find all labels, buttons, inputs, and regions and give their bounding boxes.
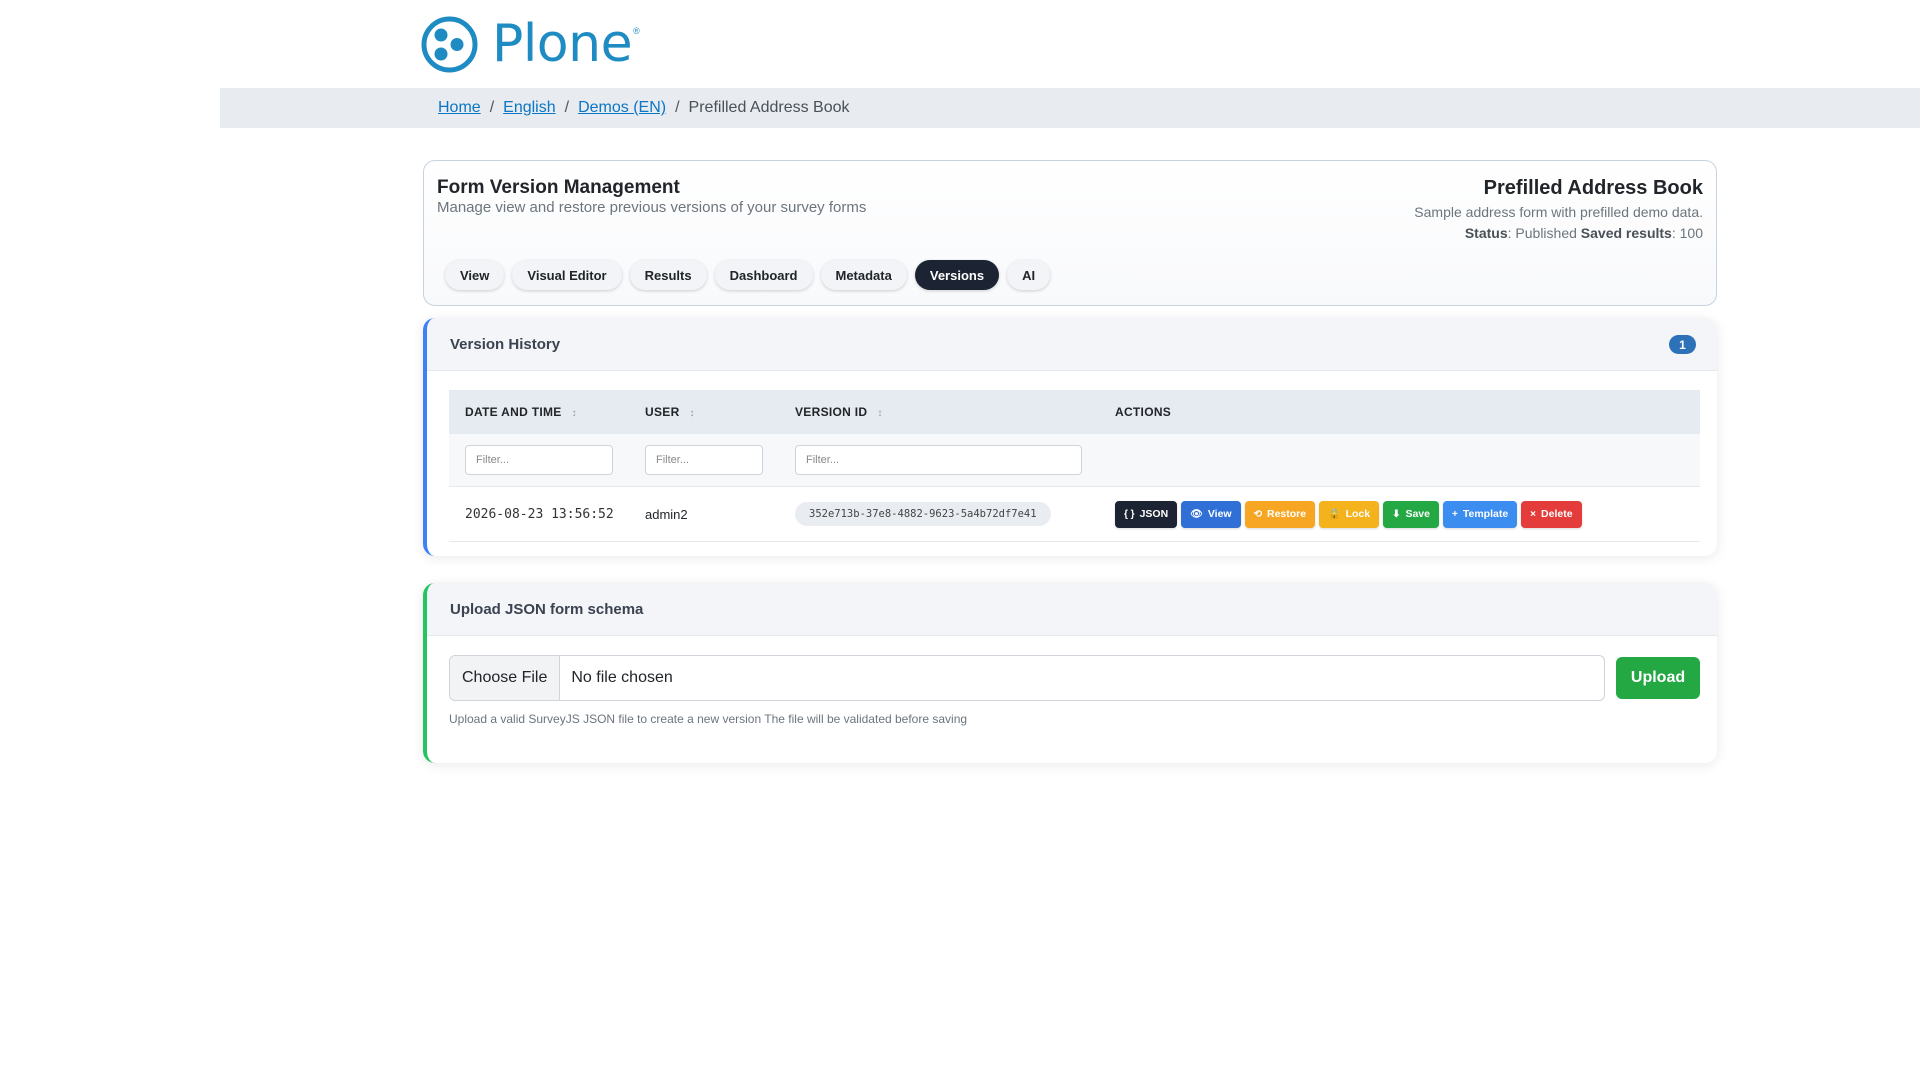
column-version-label: VERSION ID bbox=[795, 405, 868, 419]
plone-logo[interactable]: Plone ® bbox=[421, 16, 640, 73]
save-button[interactable]: ⬇ Save bbox=[1383, 500, 1439, 528]
table-header-row: DATE AND TIME ↕ USER ↕ VERSION ID ↕ ACTIONS bbox=[449, 390, 1700, 434]
json-button[interactable]: { } JSON bbox=[1115, 500, 1178, 528]
version-filter-input[interactable] bbox=[795, 445, 1082, 475]
download-icon: ⬇ bbox=[1392, 508, 1401, 520]
restore-button-label: Restore bbox=[1267, 508, 1307, 520]
sort-icon[interactable]: ↕ bbox=[572, 408, 577, 419]
column-user-label: USER bbox=[645, 405, 680, 419]
lock-button-label: Lock bbox=[1345, 508, 1371, 520]
breadcrumb-current: Prefilled Address Book bbox=[688, 99, 850, 116]
sort-icon[interactable]: ↕ bbox=[690, 408, 695, 419]
breadcrumb-english-link[interactable]: English bbox=[503, 99, 555, 117]
sort-icon[interactable]: ↕ bbox=[877, 408, 882, 419]
user-filter-input[interactable] bbox=[645, 445, 763, 475]
form-description: Sample address form with prefilled demo … bbox=[1414, 204, 1703, 220]
form-header-card: Form Version Management Manage view and … bbox=[423, 160, 1717, 306]
results-label: Saved results bbox=[1580, 225, 1672, 241]
breadcrumb-separator: / bbox=[564, 99, 570, 116]
column-header-date[interactable]: DATE AND TIME ↕ bbox=[449, 390, 629, 434]
close-icon: × bbox=[1530, 508, 1537, 520]
page-subtitle: Manage view and restore previous version… bbox=[437, 199, 867, 216]
template-button-label: Template bbox=[1462, 508, 1509, 520]
plus-icon: + bbox=[1452, 508, 1458, 520]
file-status: No file chosen bbox=[571, 669, 673, 686]
upload-help-text: Upload a valid SurveyJS JSON file to cre… bbox=[449, 712, 968, 726]
row-version-id: 352e713b-37e8-4882-9623-5a4b72df7e41 bbox=[795, 502, 1051, 526]
tab-visual-editor[interactable]: Visual Editor bbox=[512, 260, 622, 290]
column-header-version[interactable]: VERSION ID ↕ bbox=[779, 390, 1099, 434]
view-button[interactable]: 👁 View bbox=[1181, 500, 1241, 528]
tab-metadata[interactable]: Metadata bbox=[820, 260, 907, 290]
restore-button[interactable]: ⟲ Restore bbox=[1244, 500, 1316, 528]
delete-button[interactable]: × Delete bbox=[1521, 500, 1582, 528]
page-title: Form Version Management bbox=[437, 177, 680, 198]
version-history-card: Version History 1 DATE AND TIME ↕ USER ↕ V… bbox=[423, 318, 1717, 556]
tab-dashboard[interactable]: Dashboard bbox=[714, 260, 813, 290]
tab-ai[interactable]: AI bbox=[1007, 260, 1051, 290]
upload-button[interactable]: Upload bbox=[1616, 657, 1700, 699]
column-header-user[interactable]: USER ↕ bbox=[629, 390, 779, 434]
date-filter-input[interactable] bbox=[465, 445, 613, 475]
file-input[interactable]: Choose File No file chosen bbox=[449, 655, 1605, 701]
tab-view[interactable]: View bbox=[445, 260, 505, 290]
breadcrumb-home-link[interactable]: Home bbox=[438, 99, 481, 117]
upload-title: Upload JSON form schema bbox=[450, 600, 644, 618]
plone-logo-icon bbox=[421, 16, 478, 73]
row-user: admin2 bbox=[629, 486, 779, 542]
upload-card: Upload JSON form schema Choose File No f… bbox=[423, 583, 1717, 763]
lock-icon: 🔒 bbox=[1328, 508, 1341, 520]
status-label: Status bbox=[1464, 225, 1508, 241]
row-actions: { } JSON 👁 View ⟲ Restore 🔒 Lock ⬇ Save + Temp… bbox=[1115, 500, 1699, 528]
lock-button[interactable]: 🔒 Lock bbox=[1319, 500, 1380, 528]
eye-icon: 👁 bbox=[1190, 508, 1203, 520]
save-button-label: Save bbox=[1405, 508, 1430, 520]
status-value: : Published bbox=[1507, 225, 1581, 241]
choose-file-button[interactable]: Choose File bbox=[450, 656, 561, 700]
breadcrumb-separator: / bbox=[489, 99, 495, 116]
form-status: Status: Published Saved results: 100 bbox=[1465, 225, 1703, 241]
column-date-label: DATE AND TIME bbox=[465, 405, 562, 419]
version-table: DATE AND TIME ↕ USER ↕ VERSION ID ↕ ACTIONS… bbox=[449, 390, 1700, 542]
delete-button-label: Delete bbox=[1541, 508, 1573, 520]
row-date: 2026-08-23 13:56:52 bbox=[449, 486, 629, 542]
results-value: : 100 bbox=[1671, 225, 1703, 241]
version-history-title: Version History bbox=[450, 335, 561, 353]
breadcrumb-demos-link[interactable]: Demos (EN) bbox=[578, 99, 666, 117]
restore-icon: ⟲ bbox=[1253, 508, 1262, 520]
breadcrumb-separator: / bbox=[675, 99, 680, 116]
filter-row bbox=[449, 434, 1700, 487]
tab-results[interactable]: Results bbox=[629, 260, 707, 290]
breadcrumb: Home / English / Demos (EN) / Prefilled … bbox=[438, 88, 850, 128]
tab-versions[interactable]: Versions bbox=[914, 260, 1000, 290]
version-count-badge: 1 bbox=[1669, 335, 1696, 354]
template-button[interactable]: + Template bbox=[1443, 500, 1518, 528]
table-row: 2026-08-23 13:56:52 admin2 352e713b-37e8… bbox=[449, 486, 1700, 542]
version-history-header: Version History 1 bbox=[427, 318, 1717, 371]
form-title: Prefilled Address Book bbox=[1483, 177, 1703, 199]
json-button-label: JSON bbox=[1139, 508, 1169, 520]
form-tabs: View Visual Editor Results Dashboard Met… bbox=[445, 260, 1051, 290]
logo-text: Plone bbox=[492, 14, 633, 74]
column-header-actions: ACTIONS bbox=[1099, 390, 1700, 434]
logo-registered-mark: ® bbox=[633, 26, 640, 36]
upload-header: Upload JSON form schema bbox=[427, 583, 1717, 636]
braces-icon: { } bbox=[1124, 508, 1135, 520]
view-button-label: View bbox=[1207, 508, 1232, 520]
